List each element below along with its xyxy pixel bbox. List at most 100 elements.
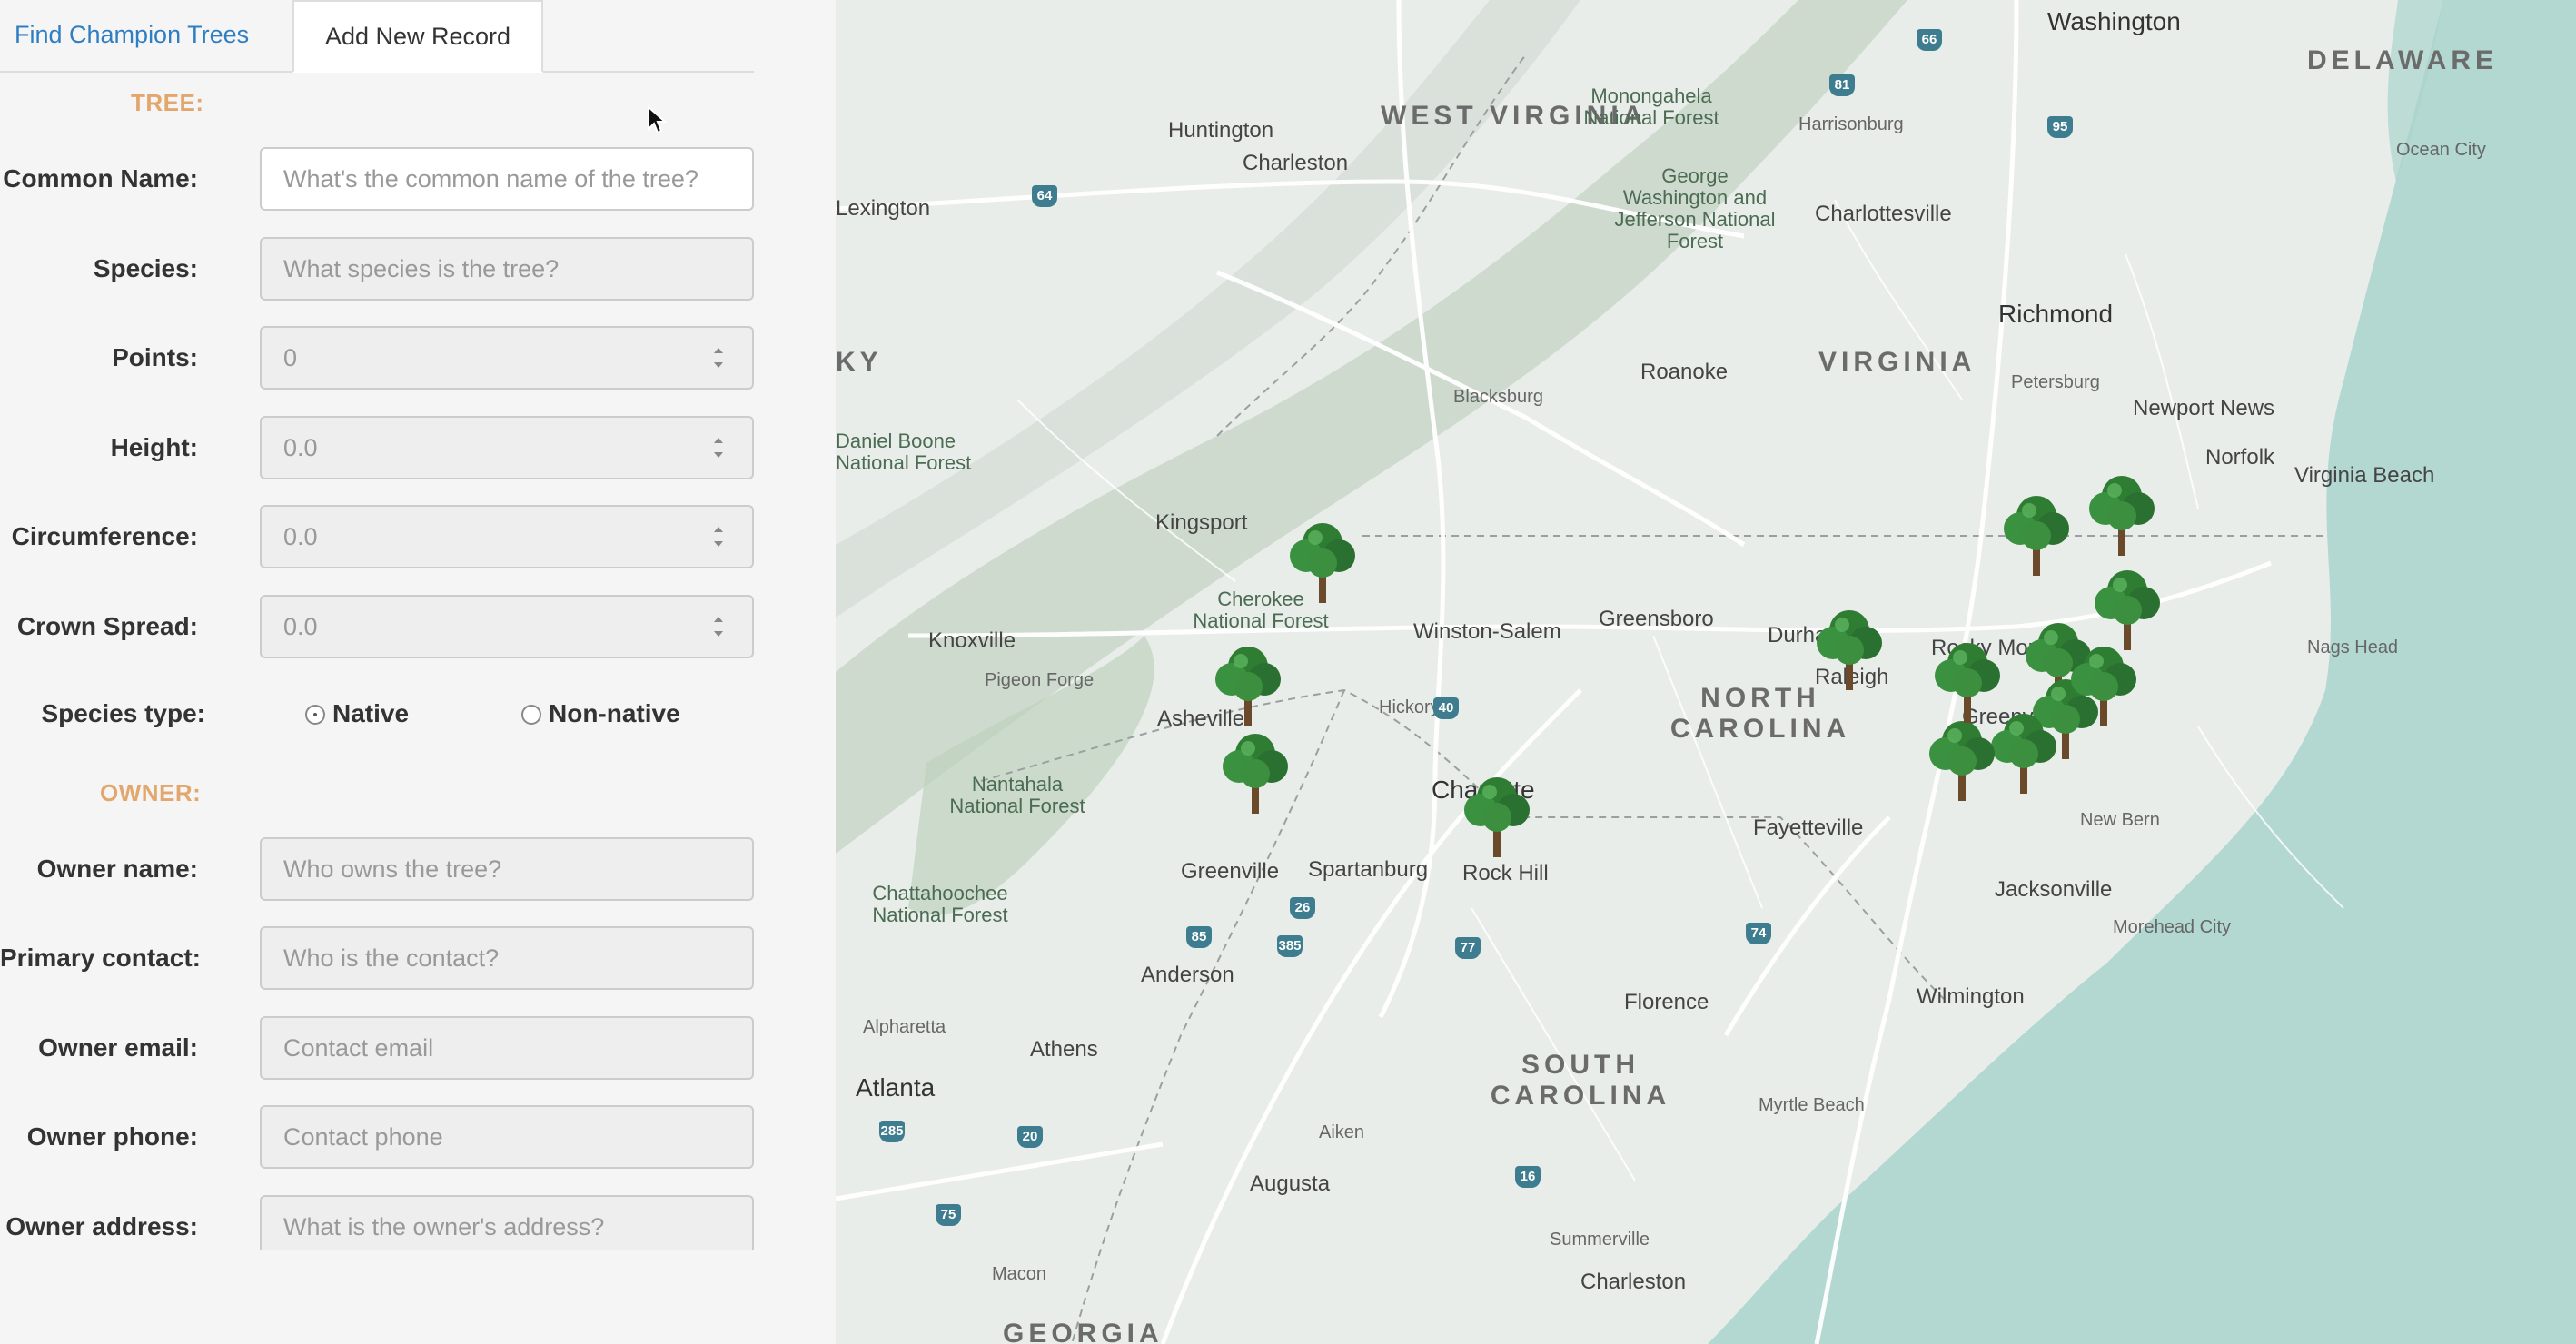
spinner-icon[interactable] bbox=[712, 613, 725, 640]
tree-marker-icon[interactable] bbox=[1920, 714, 2004, 805]
map-city-label: Jacksonville bbox=[1995, 877, 2113, 902]
map-city-label: Greenville bbox=[1181, 859, 1280, 884]
map-city-label: Lexington bbox=[836, 196, 931, 221]
species-type-label: Species type: bbox=[41, 699, 205, 727]
map-city-label: Athens bbox=[1030, 1037, 1098, 1062]
map-city-label: Norfolk bbox=[2205, 445, 2275, 469]
radio-native[interactable]: Native bbox=[305, 696, 441, 732]
radio-non-native-label: Non-native bbox=[549, 699, 680, 727]
height-input[interactable]: 0.0 bbox=[260, 416, 754, 479]
highway-shield-icon: 66 bbox=[1917, 29, 1942, 51]
map-city-label: Ocean City bbox=[2396, 140, 2486, 160]
highway-shield-icon: 77 bbox=[1455, 937, 1481, 959]
spinner-icon[interactable] bbox=[712, 434, 725, 461]
highway-shield-icon: 64 bbox=[1032, 185, 1057, 207]
map-city-label: Blacksburg bbox=[1453, 387, 1543, 407]
owner-email-label: Owner email: bbox=[38, 1033, 198, 1062]
points-input[interactable]: 0 bbox=[260, 326, 754, 390]
map-city-label: Knoxville bbox=[928, 628, 1016, 653]
map-city-label: Greensboro bbox=[1599, 607, 1714, 631]
tree-marker-icon[interactable] bbox=[2062, 639, 2145, 730]
map-city-label: Alpharetta bbox=[863, 1017, 946, 1037]
map-park-label: Nantahala National Forest bbox=[949, 773, 1085, 817]
sidebar-panel: Find Champion Trees Add New Record TREE:… bbox=[0, 0, 836, 1344]
spinner-icon[interactable] bbox=[712, 344, 725, 371]
tree-marker-icon[interactable] bbox=[1995, 489, 2078, 579]
map-city-label: Pigeon Forge bbox=[985, 670, 1095, 690]
owner-address-input[interactable]: What is the owner's address? bbox=[260, 1195, 754, 1250]
map-city-label: Macon bbox=[992, 1264, 1047, 1284]
map-view[interactable]: WEST VIRGINIA VIRGINIA NORTH CAROLINA SO… bbox=[836, 0, 2576, 1344]
highway-shield-icon: 85 bbox=[1186, 926, 1212, 948]
tree-marker-icon[interactable] bbox=[2080, 469, 2164, 559]
map-city-label: Spartanburg bbox=[1308, 857, 1429, 882]
tab-bar: Find Champion Trees Add New Record bbox=[0, 0, 754, 73]
height-value: 0.0 bbox=[283, 434, 318, 461]
map-park-label: Daniel Boone National Forest bbox=[836, 430, 972, 474]
highway-shield-icon: 16 bbox=[1515, 1166, 1541, 1188]
highway-shield-icon: 75 bbox=[936, 1204, 961, 1226]
map-city-label: Huntington bbox=[1168, 118, 1274, 143]
owner-name-label: Owner name: bbox=[36, 855, 198, 883]
map-park-label: George Washington and Jefferson National… bbox=[1614, 164, 1776, 252]
radio-native-label: Native bbox=[332, 699, 410, 727]
tree-marker-icon[interactable] bbox=[1808, 603, 1891, 694]
common-name-label: Common Name: bbox=[3, 164, 198, 193]
app-window: Find Champion Trees Add New Record TREE:… bbox=[0, 0, 2576, 1344]
tree-marker-icon[interactable] bbox=[1926, 636, 2009, 726]
crown-spread-input[interactable]: 0.0 bbox=[260, 595, 754, 658]
owner-phone-label: Owner phone: bbox=[26, 1122, 198, 1151]
map-city-label: Wilmington bbox=[1917, 984, 2025, 1009]
map-city-label: Charleston bbox=[1580, 1270, 1687, 1294]
owner-name-input[interactable]: Who owns the tree? bbox=[260, 837, 754, 901]
radio-non-native[interactable]: Non-native bbox=[521, 696, 703, 732]
highway-shield-icon: 385 bbox=[1277, 935, 1303, 957]
owner-address-clip: What is the owner's address? bbox=[260, 1195, 754, 1250]
map-city-label: Myrtle Beach bbox=[1759, 1095, 1865, 1115]
map-city-label: Newport News bbox=[2133, 396, 2275, 420]
points-label: Points: bbox=[112, 343, 198, 371]
highway-shield-icon: 95 bbox=[2047, 116, 2073, 138]
map-city-label: Anderson bbox=[1141, 963, 1234, 987]
tree-marker-icon[interactable] bbox=[1455, 770, 1539, 861]
points-value: 0 bbox=[283, 344, 298, 371]
circumference-input[interactable]: 0.0 bbox=[260, 505, 754, 568]
highway-shield-icon: 26 bbox=[1290, 897, 1315, 919]
radio-checked-icon[interactable] bbox=[305, 705, 325, 725]
map-city-label: Aiken bbox=[1319, 1122, 1365, 1142]
map-city-label: Rock Hill bbox=[1462, 861, 1549, 885]
highway-shield-icon: 74 bbox=[1746, 923, 1771, 944]
map-state-label: SOUTH CAROLINA bbox=[1490, 1050, 1671, 1111]
tab-find-champion-trees[interactable]: Find Champion Trees bbox=[0, 0, 291, 69]
species-label: Species: bbox=[93, 254, 198, 282]
map-city-label: Virginia Beach bbox=[2294, 463, 2435, 488]
owner-email-input[interactable]: Contact email bbox=[260, 1016, 754, 1080]
tree-marker-icon[interactable] bbox=[1214, 726, 1297, 817]
map-city-label: Petersburg bbox=[2011, 372, 2100, 392]
species-input[interactable]: What species is the tree? bbox=[260, 237, 754, 301]
spinner-icon[interactable] bbox=[712, 523, 725, 550]
circumference-value: 0.0 bbox=[283, 523, 318, 550]
radio-unchecked-icon[interactable] bbox=[521, 705, 541, 725]
tree-marker-icon[interactable] bbox=[1281, 516, 1364, 607]
map-city-label: Harrisonburg bbox=[1798, 114, 1904, 134]
highway-shield-icon: 81 bbox=[1829, 74, 1855, 96]
circumference-label: Circumference: bbox=[11, 522, 198, 550]
owner-address-label: Owner address: bbox=[5, 1212, 198, 1240]
map-city-label: Richmond bbox=[1998, 300, 2114, 328]
tree-marker-icon[interactable] bbox=[1206, 639, 1290, 730]
common-name-input[interactable]: What's the common name of the tree? bbox=[260, 147, 754, 211]
map-city-label: Charleston bbox=[1243, 151, 1349, 175]
tab-add-new-record[interactable]: Add New Record bbox=[292, 0, 543, 73]
highway-shield-icon: 40 bbox=[1433, 697, 1459, 719]
map-state-label: DELAWARE bbox=[2307, 45, 2499, 75]
map-city-label: Fayetteville bbox=[1753, 815, 1864, 840]
map-park-label: Chattahoochee National Forest bbox=[872, 882, 1008, 926]
primary-contact-label: Primary contact: bbox=[0, 944, 201, 972]
map-city-label: Nags Head bbox=[2307, 637, 2399, 657]
map-city-label: Charlottesville bbox=[1815, 202, 1952, 226]
owner-phone-input[interactable]: Contact phone bbox=[260, 1105, 754, 1169]
map-city-label: Winston-Salem bbox=[1413, 619, 1561, 644]
map-city-label: Kingsport bbox=[1155, 510, 1248, 535]
primary-contact-input[interactable]: Who is the contact? bbox=[260, 926, 754, 990]
